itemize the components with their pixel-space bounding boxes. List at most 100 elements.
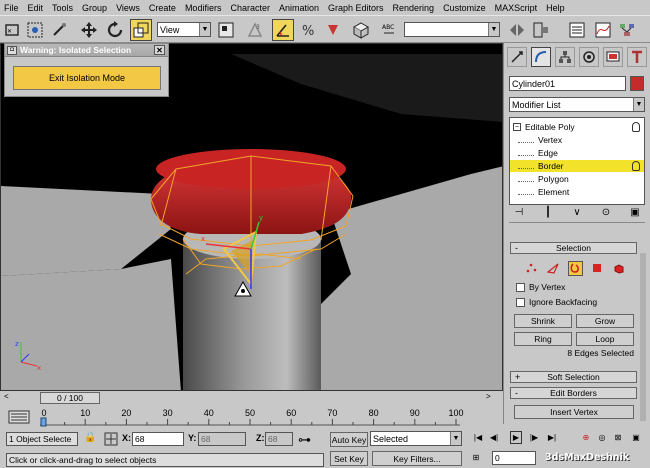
border-level-icon[interactable]	[567, 260, 583, 276]
go-to-end-icon[interactable]: ▶|	[546, 431, 558, 444]
curve-editor-icon[interactable]	[592, 19, 614, 41]
named-selection-set-combo[interactable]: ▼	[404, 22, 500, 37]
menu-item-file[interactable]: File	[4, 3, 19, 13]
menu-item-edit[interactable]: Edit	[28, 3, 44, 13]
menu-item-create[interactable]: Create	[149, 3, 176, 13]
panel-scrollbar[interactable]	[640, 253, 646, 421]
absolute-mode-icon[interactable]	[104, 432, 118, 446]
stack-item-editable-poly[interactable]: − Editable Poly	[510, 121, 644, 133]
y-coordinate-field[interactable]: 68	[198, 432, 246, 446]
trackbar[interactable]: 0 10 20 30 40 50 60 70 80 90 100	[40, 405, 480, 427]
edge-level-icon[interactable]	[546, 261, 561, 276]
menu-item-rendering[interactable]: Rendering	[393, 3, 435, 13]
previous-key-icon[interactable]: ◀|	[488, 431, 500, 444]
named-selection-icon[interactable]	[350, 19, 372, 41]
selection-rollout-header[interactable]: - Selection	[510, 242, 637, 254]
modify-tab-icon[interactable]	[531, 47, 551, 67]
align-icon[interactable]	[530, 19, 552, 41]
time-slider-thumb[interactable]: 0 / 100	[40, 392, 100, 404]
display-tab-icon[interactable]	[603, 47, 623, 67]
menu-item-help[interactable]: Help	[546, 3, 565, 13]
zoom-extents-icon[interactable]: ⊕	[580, 431, 592, 444]
zoom-icon[interactable]: ◎	[596, 431, 608, 444]
key-filters-button[interactable]: Key Filters...	[372, 451, 462, 466]
abc-icon[interactable]: ABC	[378, 19, 400, 41]
close-icon[interactable]: ✕	[154, 45, 165, 55]
key-mode-combo[interactable]: Selected ▼	[370, 431, 462, 446]
loop-button[interactable]: Loop	[576, 332, 634, 346]
object-name-field[interactable]: Cylinder01	[509, 76, 626, 91]
hierarchy-tab-icon[interactable]	[555, 47, 575, 67]
insert-vertex-button[interactable]: Insert Vertex	[514, 405, 634, 419]
polygon-level-icon[interactable]	[590, 261, 605, 276]
next-frame-icon[interactable]: >	[486, 392, 500, 404]
rotate-icon[interactable]	[104, 19, 126, 41]
layer-manager-icon[interactable]	[566, 19, 588, 41]
light-bulb-icon[interactable]	[632, 122, 640, 132]
auto-key-button[interactable]: Auto Key	[330, 432, 368, 447]
maximize-viewport-icon[interactable]: ▣	[630, 431, 642, 444]
spinner-snap-icon[interactable]	[322, 19, 344, 41]
schematic-view-icon[interactable]	[616, 19, 638, 41]
ignore-backfacing-checkbox[interactable]: Ignore Backfacing	[516, 296, 597, 308]
pivot-icon[interactable]	[215, 19, 237, 41]
utilities-tab-icon[interactable]	[627, 47, 647, 67]
exit-isolation-mode-button[interactable]: Exit Isolation Mode	[13, 66, 161, 90]
edit-borders-rollout-header[interactable]: - Edit Borders	[510, 387, 637, 399]
collapse-icon[interactable]: −	[513, 123, 521, 131]
configure-modifier-sets-icon[interactable]: ▣	[628, 207, 642, 218]
reference-coordinate-combo[interactable]: View ▼	[157, 22, 211, 37]
make-unique-icon[interactable]: ∨	[570, 207, 584, 218]
object-color-swatch[interactable]	[630, 76, 644, 91]
mini-curve-editor-icon[interactable]	[8, 410, 30, 424]
element-level-icon[interactable]	[612, 261, 627, 276]
mirror-icon[interactable]	[506, 19, 528, 41]
angle-snap-icon[interactable]	[272, 19, 294, 41]
stack-item-edge[interactable]: Edge	[510, 147, 644, 159]
current-frame-field[interactable]: 0	[492, 451, 536, 465]
stack-item-polygon[interactable]: Polygon	[510, 173, 644, 185]
lock-selection-icon[interactable]: 🔒	[84, 432, 96, 443]
menu-item-maxscript[interactable]: MAXScript	[495, 3, 538, 13]
ring-button[interactable]: Ring	[514, 332, 572, 346]
grow-button[interactable]: Grow	[576, 314, 634, 328]
move-icon[interactable]	[78, 19, 100, 41]
dialog-title-bar[interactable]: ◘ Warning: Isolated Selection ✕	[5, 44, 168, 57]
x-coordinate-field[interactable]: 68	[132, 432, 184, 446]
by-vertex-checkbox[interactable]: By Vertex	[516, 281, 565, 293]
show-end-result-icon[interactable]: ┃	[541, 207, 555, 218]
menu-item-character[interactable]: Character	[230, 3, 270, 13]
current-frame-marker[interactable]	[40, 417, 47, 427]
play-icon[interactable]: ▶	[510, 431, 522, 444]
menu-item-group[interactable]: Group	[82, 3, 107, 13]
modifier-list-dropdown[interactable]: Modifier List ▼	[509, 97, 645, 112]
stack-item-border[interactable]: Border	[510, 160, 644, 172]
light-bulb-icon[interactable]	[632, 161, 640, 171]
menu-item-tools[interactable]: Tools	[52, 3, 73, 13]
stack-item-element[interactable]: Element	[510, 186, 644, 198]
motion-tab-icon[interactable]	[579, 47, 599, 67]
next-key-icon[interactable]: |▶	[528, 431, 540, 444]
select-region-icon[interactable]	[24, 19, 46, 41]
set-key-button[interactable]: Set Key	[330, 451, 368, 466]
create-tab-icon[interactable]	[507, 47, 527, 67]
menu-item-customize[interactable]: Customize	[443, 3, 486, 13]
undo-icon[interactable]: ✕	[2, 19, 24, 41]
go-to-start-icon[interactable]: |◀	[472, 431, 484, 444]
soft-selection-rollout-header[interactable]: + Soft Selection	[510, 371, 637, 383]
percent-snap-icon[interactable]: %	[298, 19, 320, 41]
scale-icon[interactable]	[130, 19, 152, 41]
menu-item-views[interactable]: Views	[116, 3, 140, 13]
remove-modifier-icon[interactable]: ⊙	[599, 207, 613, 218]
prev-frame-icon[interactable]: <	[4, 392, 18, 404]
stack-item-vertex[interactable]: Vertex	[510, 134, 644, 146]
menu-item-modifiers[interactable]: Modifiers	[185, 3, 222, 13]
time-config-icon[interactable]: ⊞	[470, 451, 482, 464]
shrink-button[interactable]: Shrink	[514, 314, 572, 328]
z-coordinate-field[interactable]: 68	[265, 432, 293, 446]
menu-item-animation[interactable]: Animation	[279, 3, 319, 13]
snap-icon[interactable]: 3	[244, 19, 266, 41]
field-of-view-icon[interactable]: ⊠	[612, 431, 624, 444]
vertex-level-icon[interactable]	[524, 261, 539, 276]
menu-item-graph-editors[interactable]: Graph Editors	[328, 3, 384, 13]
